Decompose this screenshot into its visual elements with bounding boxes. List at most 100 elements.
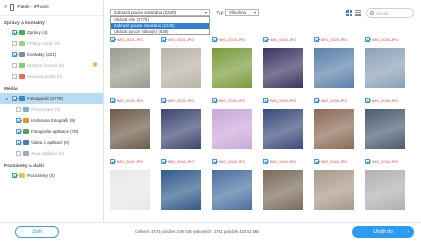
photo-thumbnail[interactable] <box>161 170 201 210</box>
sidebar-item-label: Hlasová pošta (0) <box>27 74 63 79</box>
file-name: IMG_0021.JPG <box>117 37 144 42</box>
photo-thumbnail[interactable] <box>263 48 303 88</box>
thumbnail-caption[interactable]: IMG_0036.JPG <box>365 97 398 104</box>
checkbox[interactable] <box>16 129 21 134</box>
thumbnail-caption[interactable]: IMG_0041.JPG <box>110 158 143 165</box>
sidebar-item[interactable]: Prezentace (0) <box>0 104 103 115</box>
type-label: Typ: <box>216 10 225 15</box>
expand-icon[interactable]: ▸ <box>6 96 8 101</box>
checkbox[interactable] <box>110 37 115 42</box>
checkbox[interactable] <box>12 63 17 68</box>
photo-thumbnail[interactable] <box>161 109 201 149</box>
filter-dropdown[interactable]: Zobrazit pouze smazáno (2240) ▾ <box>110 9 210 16</box>
checkbox[interactable] <box>12 30 17 35</box>
thumbnail-caption[interactable]: IMG_0043.JPG <box>212 158 245 165</box>
file-name: IMG_0022.JPG <box>168 37 195 42</box>
sidebar-item[interactable]: Přílohy zpráv (0) <box>0 38 103 49</box>
thumbnail-caption[interactable]: IMG_0031.JPG <box>110 97 143 104</box>
checkbox[interactable] <box>365 159 370 164</box>
thumbnail-caption[interactable]: IMG_0045.JPG <box>314 158 347 165</box>
checkbox[interactable] <box>16 118 21 123</box>
checkbox[interactable] <box>314 37 319 42</box>
search-icon[interactable]: ⌕ <box>4 4 7 11</box>
checkbox[interactable] <box>263 37 268 42</box>
sidebar-item[interactable]: Kontakty (221) <box>0 49 103 60</box>
thumbnail-caption[interactable]: IMG_0044.JPG <box>263 158 296 165</box>
checkbox[interactable] <box>16 151 21 156</box>
checkbox[interactable] <box>212 37 217 42</box>
sidebar-item[interactable]: Fotografie aplikace (78) <box>0 126 103 137</box>
thumbnail-caption[interactable]: IMG_0032.JPG <box>161 97 194 104</box>
photo-thumbnail[interactable] <box>161 48 201 88</box>
photo-thumbnail[interactable] <box>110 109 150 149</box>
thumbnail-caption[interactable]: IMG_0042.JPG <box>161 158 194 165</box>
checkbox[interactable] <box>161 98 166 103</box>
status-text: Celkem: 4474 položek 3.56 GB vybraných: … <box>135 229 260 234</box>
photo-thumbnail[interactable] <box>110 170 150 210</box>
photo-thumbnail[interactable] <box>314 48 354 88</box>
photo-thumbnail[interactable] <box>263 109 303 149</box>
checkbox[interactable] <box>16 140 21 145</box>
checkbox[interactable] <box>110 98 115 103</box>
sidebar-item[interactable]: Knihovna fotografií (9) <box>0 115 103 126</box>
checkbox[interactable] <box>12 74 17 79</box>
photo-thumbnail[interactable] <box>212 170 252 210</box>
file-name: IMG_0026.JPG <box>372 37 399 42</box>
photo-thumbnail[interactable] <box>314 109 354 149</box>
list-view-icon[interactable] <box>355 10 361 16</box>
thumbnail-caption[interactable]: IMG_0021.JPG <box>110 36 143 43</box>
thumbnail-caption[interactable]: IMG_0033.JPG <box>212 97 245 104</box>
search-input[interactable]: Hledat <box>366 8 414 18</box>
thumbnail-caption[interactable]: IMG_0035.JPG <box>314 97 347 104</box>
sidebar-item[interactable]: Zprávy (4) <box>0 27 103 38</box>
checkbox[interactable] <box>161 37 166 42</box>
back-button[interactable]: ‹ Zpět <box>15 226 59 238</box>
toolbar: Zobrazit pouze smazáno (2240) ▾ Ukázat v… <box>104 0 421 36</box>
photo-thumbnail[interactable] <box>110 48 150 88</box>
sidebar-item[interactable]: Historie hovorů (0) ✱ <box>0 60 103 71</box>
checkbox[interactable] <box>16 107 21 112</box>
photo-thumbnail[interactable] <box>212 48 252 88</box>
checkbox[interactable] <box>12 173 17 178</box>
photo-thumbnail[interactable] <box>212 109 252 149</box>
checkbox[interactable] <box>12 41 17 46</box>
recover-button[interactable]: Uložit do › <box>352 226 414 238</box>
grid-view-icon[interactable] <box>346 10 352 16</box>
filter-option-existing[interactable]: Ukázat pouze stávající (535) <box>111 29 209 35</box>
checkbox[interactable] <box>12 96 17 101</box>
checkbox[interactable] <box>12 52 17 57</box>
file-name: IMG_0033.JPG <box>219 98 246 103</box>
device-selector[interactable]: ⌕ Patek - iPhone <box>0 0 103 16</box>
thumbnail-caption[interactable]: IMG_0046.JPG <box>365 158 398 165</box>
checkbox[interactable] <box>161 159 166 164</box>
sidebar-item[interactable]: Hlasová pošta (0) <box>0 71 103 82</box>
section-messages-contacts: Zprávy a kontakty <box>4 21 45 26</box>
type-dropdown[interactable]: Všechno ▾ <box>225 9 259 16</box>
photo-thumbnail[interactable] <box>365 48 405 88</box>
checkbox[interactable] <box>263 98 268 103</box>
checkbox[interactable] <box>314 98 319 103</box>
checkbox[interactable] <box>263 159 268 164</box>
checkbox[interactable] <box>110 159 115 164</box>
thumbnail-caption[interactable]: IMG_0034.JPG <box>263 97 296 104</box>
checkbox[interactable] <box>212 159 217 164</box>
photo-thumbnail[interactable] <box>365 170 405 210</box>
photo-thumbnail[interactable] <box>314 170 354 210</box>
thumbnail-caption[interactable]: IMG_0024.JPG <box>263 36 296 43</box>
photo-thumbnail[interactable] <box>263 170 303 210</box>
sidebar-item[interactable]: Zvuk aplikací (0) <box>0 148 103 159</box>
checkbox[interactable] <box>365 98 370 103</box>
thumbnail-caption[interactable]: IMG_0022.JPG <box>161 36 194 43</box>
sidebar-item[interactable]: Poznámky (0) <box>0 170 103 181</box>
checkbox[interactable] <box>212 98 217 103</box>
sidebar-item[interactable]: ▸ Fotoaparát (2778) <box>0 93 103 104</box>
thumbnail-caption[interactable]: IMG_0025.JPG <box>314 36 347 43</box>
photo-thumbnail[interactable] <box>365 109 405 149</box>
checkbox[interactable] <box>314 159 319 164</box>
chevron-down-icon: ▾ <box>253 10 256 15</box>
thumbnail-caption[interactable]: IMG_0023.JPG <box>212 36 245 43</box>
phone-icon <box>10 4 15 11</box>
checkbox[interactable] <box>365 37 370 42</box>
sidebar-item[interactable]: Videa z aplikací (0) <box>0 137 103 148</box>
thumbnail-caption[interactable]: IMG_0026.JPG <box>365 36 398 43</box>
